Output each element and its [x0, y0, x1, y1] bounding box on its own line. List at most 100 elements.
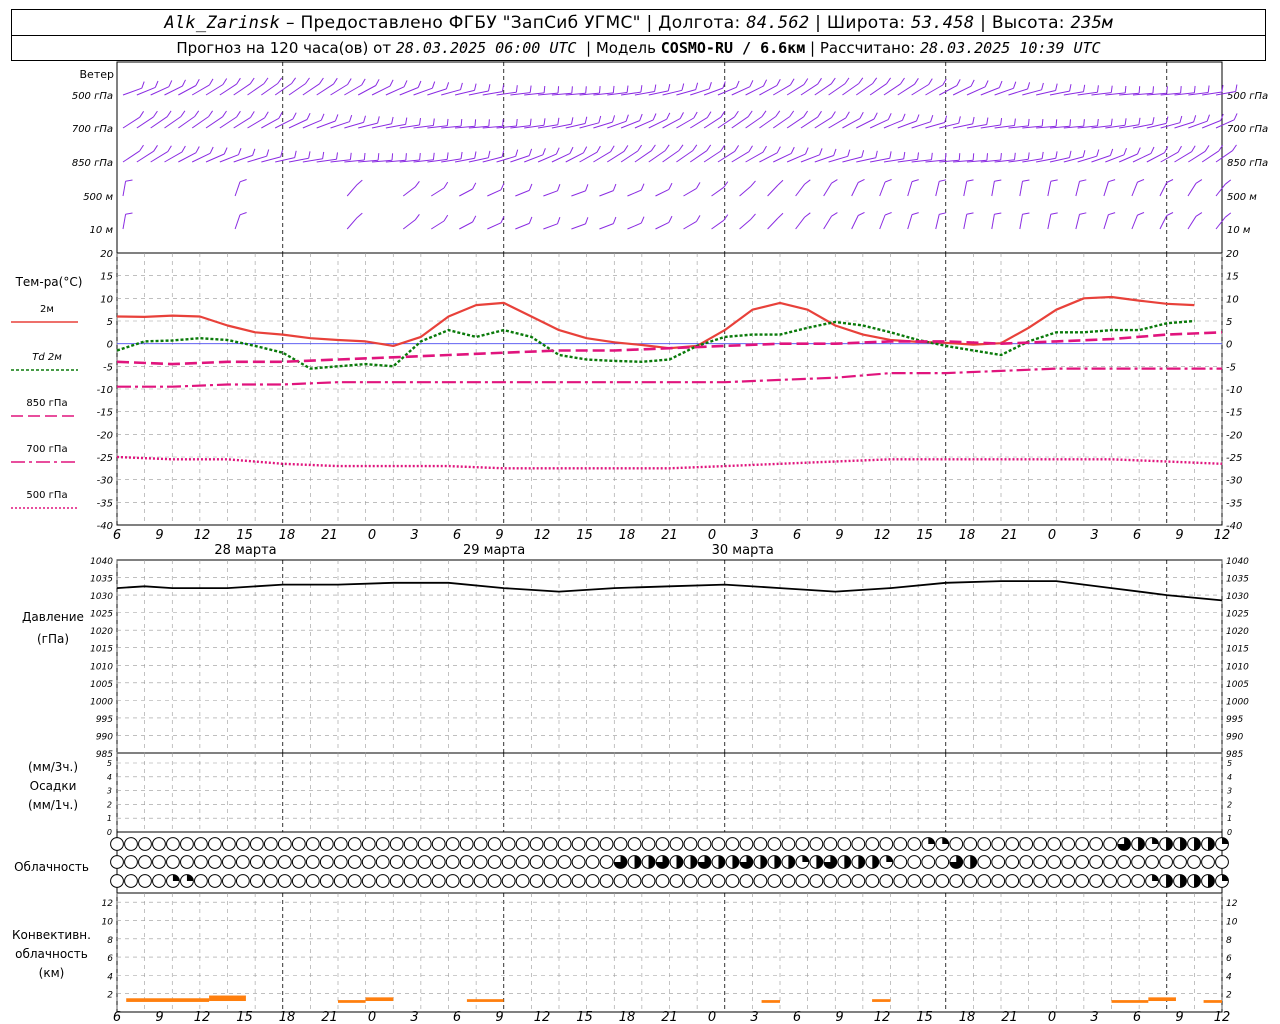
cloud-cover-circle — [907, 855, 922, 869]
conv-cloud-bar — [1203, 1000, 1222, 1003]
wind-barb-feather — [640, 183, 645, 191]
wind-barb-feather — [528, 216, 533, 224]
wind-barb-feather — [460, 82, 463, 90]
pressure-tick-right: 990 — [1226, 732, 1243, 742]
wind-barb-feather — [612, 85, 615, 93]
wind-barb — [606, 150, 625, 163]
wind-barb-feather — [195, 146, 200, 153]
temp-tick-left: 5 — [107, 317, 113, 328]
wind-barb-feather — [692, 144, 698, 151]
cloud-cover-fill — [634, 855, 641, 869]
wind-barb-feather — [1180, 86, 1182, 94]
cloud-cover-circle — [893, 837, 908, 851]
wind-barb — [571, 223, 586, 230]
x-tick-label: 18 — [959, 528, 976, 543]
x-tick-label-bottom: 15 — [576, 1010, 593, 1024]
precip-tick-left: 5 — [107, 759, 112, 768]
wind-barb-feather — [693, 111, 698, 119]
precip-tick-right: 2 — [1227, 800, 1232, 809]
wind-barb — [689, 117, 708, 129]
wind-barb — [1215, 183, 1226, 197]
cloud-cover-circle — [194, 855, 208, 869]
cloud-cover-circle — [935, 874, 950, 888]
x-tick-label-bottom: 9 — [835, 1010, 843, 1024]
cloud-cover-circle — [221, 837, 236, 851]
wind-barb-feather — [278, 111, 283, 119]
wind-barb — [800, 83, 818, 96]
wind-barb-feather — [790, 146, 795, 154]
x-tick-label: 6 — [793, 528, 801, 543]
precip-tick-left: 0 — [107, 828, 112, 837]
cloud-cover-circle — [1089, 837, 1104, 851]
wind-barb-feather — [777, 212, 784, 219]
wind-barb-feather — [1027, 118, 1030, 126]
wind-barb — [1159, 215, 1168, 230]
wind-barb-feather — [181, 145, 186, 153]
wind-barb — [717, 150, 736, 163]
x-tick-label-bottom: 6 — [453, 1010, 461, 1024]
wind-barb-feather — [419, 153, 421, 161]
wind-barb-feather — [1014, 118, 1016, 126]
cloud-cover-circle — [333, 874, 348, 888]
cloud-cover-circle — [361, 855, 376, 869]
wind-barb-feather — [637, 144, 643, 152]
conv-tick-right: 8 — [1226, 936, 1232, 946]
wind-barb — [620, 150, 639, 163]
cloud-cover-circle — [557, 855, 572, 869]
x-tick-label-bottom: 21 — [661, 1010, 678, 1024]
wind-barb-feather — [666, 112, 671, 120]
cloud-cover-fill — [788, 855, 795, 869]
wind-barb-feather — [391, 153, 394, 161]
cloud-cover-circle — [291, 874, 306, 888]
cloud-cover-circle — [194, 874, 208, 888]
cloud-cover-circle — [627, 837, 642, 851]
cloud-cover-circle — [361, 837, 376, 851]
pressure-tick-right: 1010 — [1226, 662, 1249, 672]
wind-barb — [205, 84, 224, 96]
temp-tick-right: 20 — [1226, 249, 1239, 260]
pressure-tick-right: 1015 — [1226, 645, 1249, 655]
wind-barb-feather — [166, 110, 172, 117]
wind-barb-feather — [222, 110, 227, 118]
wind-barb-feather — [612, 216, 617, 224]
cloud-cover-circle — [767, 874, 782, 888]
cloud-cover-circle — [515, 874, 530, 888]
conv-cloud-bar — [1148, 997, 1176, 1002]
cloud-cover-circle — [1033, 874, 1048, 888]
wind-barb-feather — [417, 80, 422, 88]
cloud-cover-fill — [858, 855, 865, 869]
wind-barb — [371, 85, 391, 96]
cloud-cover-circle — [473, 837, 488, 851]
cloud-cover-circle — [1089, 855, 1104, 869]
wind-barb-feather — [1097, 118, 1099, 126]
wind-barb — [851, 215, 859, 230]
wind-barb-feather — [460, 151, 463, 159]
cloud-cover-circle — [110, 837, 124, 851]
wind-barb-feather — [966, 179, 974, 182]
wind-barb — [935, 181, 940, 197]
wind-barb-feather — [679, 112, 684, 119]
temp-tick-left: 20 — [100, 249, 113, 260]
cloud-cover-fill — [1152, 874, 1159, 881]
wind-barb-feather — [249, 77, 255, 85]
x-tick-label: 9 — [155, 528, 163, 543]
wind-barb-feather — [487, 150, 491, 158]
x-tick-label-bottom: 6 — [793, 1010, 801, 1024]
cloud-cover-circle — [124, 855, 138, 869]
cloud-cover-circle — [417, 855, 432, 869]
wind-level-label-right: 500 м — [1227, 192, 1257, 203]
wind-barb-feather — [1050, 179, 1058, 182]
cloud-cover-circle — [333, 855, 348, 869]
wind-barb — [178, 152, 197, 163]
cloud-cover-fill — [1208, 837, 1215, 851]
wind-barb — [795, 216, 806, 230]
wind-barb-feather — [857, 211, 865, 216]
wind-barb — [487, 189, 502, 197]
wind-barb-feather — [1193, 85, 1196, 93]
wind-barb-feather — [356, 212, 363, 219]
wind-barb-feather — [571, 117, 574, 125]
wind-barb — [515, 222, 530, 230]
x-tick-label: 12 — [874, 528, 891, 543]
cloud-cover-circle — [669, 837, 684, 851]
cloud-cover-fill — [1222, 837, 1229, 844]
